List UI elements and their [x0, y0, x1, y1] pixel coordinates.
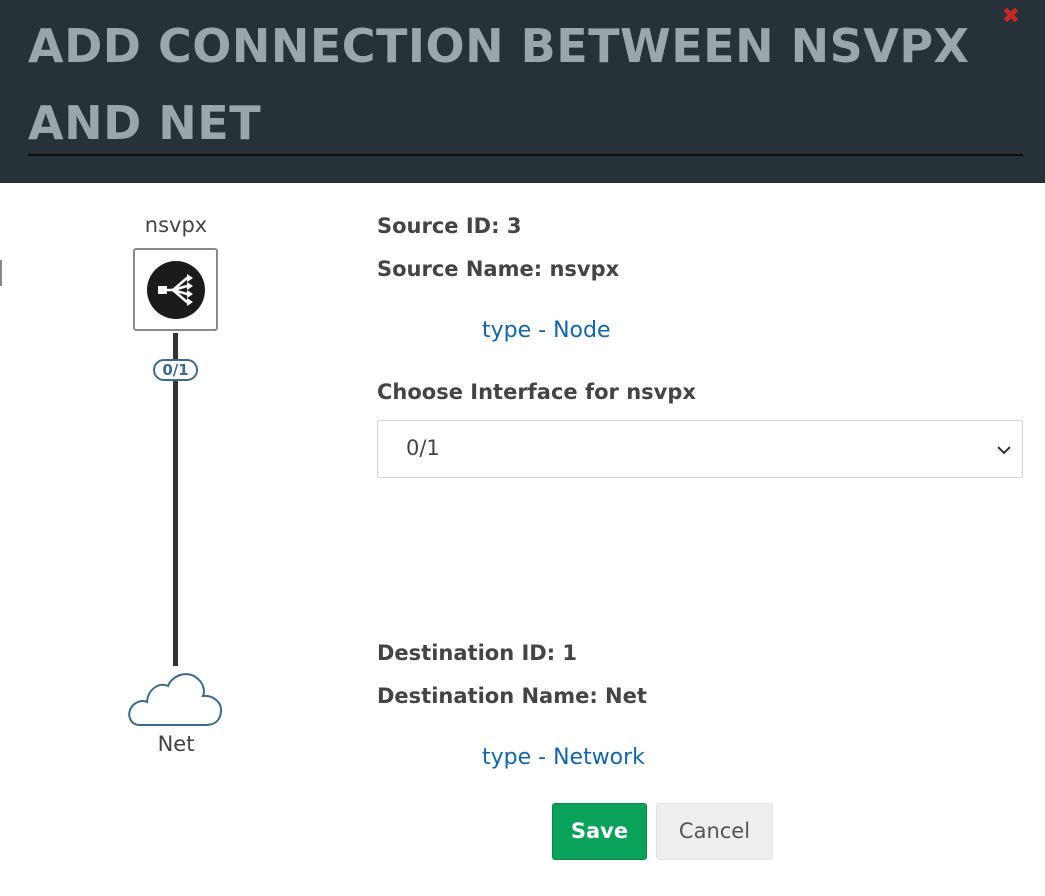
- interface-select[interactable]: 0/1: [377, 420, 1023, 478]
- network-distribution-icon: [147, 261, 205, 319]
- source-name: Source Name: nsvpx: [377, 257, 620, 281]
- destination-id: Destination ID: 1: [377, 641, 578, 665]
- source-type-link[interactable]: type - Node: [482, 318, 611, 343]
- chevron-down-icon: [996, 442, 1012, 461]
- cancel-button[interactable]: Cancel: [656, 803, 773, 860]
- connection-line: [173, 333, 178, 666]
- source-id: Source ID: 3: [377, 214, 522, 238]
- cloud-icon: [126, 665, 224, 733]
- destination-node-label: Net: [157, 732, 195, 756]
- destination-type-link[interactable]: type - Network: [482, 745, 645, 770]
- save-button[interactable]: Save: [552, 803, 647, 860]
- interface-label: Choose Interface for nsvpx: [377, 380, 696, 404]
- scroll-edge: [0, 260, 2, 286]
- interface-badge: 0/1: [153, 359, 198, 381]
- source-node-label: nsvpx: [144, 213, 208, 237]
- destination-name: Destination Name: Net: [377, 684, 647, 708]
- interface-select-value: 0/1: [406, 436, 440, 460]
- dialog-header: ADD CONNECTION BETWEEN NSVPX AND NET ✖: [0, 0, 1045, 183]
- close-icon[interactable]: ✖: [1000, 6, 1022, 28]
- dialog-title: ADD CONNECTION BETWEEN NSVPX AND NET: [28, 19, 970, 150]
- title-divider: [28, 154, 1023, 156]
- source-node: [133, 248, 218, 331]
